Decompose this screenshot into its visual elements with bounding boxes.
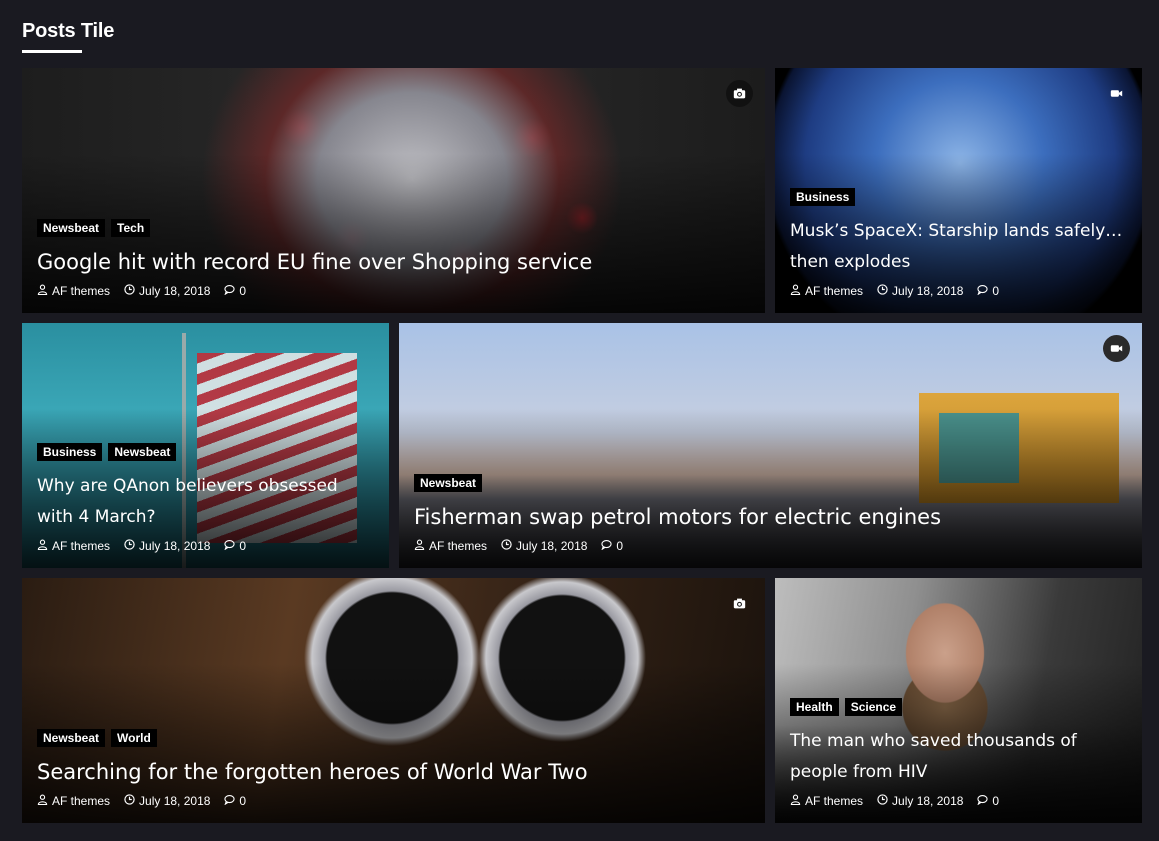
post-title[interactable]: Why are QAnon believers obsessed with 4 … [37,471,374,533]
post-tile[interactable]: Health Science The man who saved thousan… [775,578,1142,823]
category-badge[interactable]: Newsbeat [37,729,106,747]
post-title[interactable]: Google hit with record EU fine over Shop… [37,247,750,278]
video-icon[interactable] [1103,335,1130,362]
post-author[interactable]: AF themes [429,539,487,553]
post-tile[interactable]: Newsbeat Tech Google hit with record EU … [22,68,765,313]
post-comments-count[interactable]: 0 [992,284,999,298]
clock-icon [877,284,888,298]
category-badge[interactable]: Newsbeat [414,474,483,492]
user-icon [37,794,48,808]
post-author[interactable]: AF themes [52,284,110,298]
comment-icon [224,794,236,808]
user-icon [37,539,48,553]
post-author[interactable]: AF themes [52,539,110,553]
post-comments-count[interactable]: 0 [239,539,246,553]
post-tile[interactable]: Newsbeat Fisherman swap petrol motors fo… [399,323,1142,568]
comment-icon [224,284,236,298]
post-comments-count[interactable]: 0 [616,539,623,553]
post-comments-count[interactable]: 0 [992,794,999,808]
comment-icon [977,794,989,808]
post-title[interactable]: Searching for the forgotten heroes of Wo… [37,757,750,788]
section-title: Posts Tile [22,20,115,42]
category-badge[interactable]: Health [790,698,839,716]
post-title[interactable]: Fisherman swap petrol motors for electri… [414,502,1127,533]
section-title-underline [22,50,82,53]
post-author[interactable]: AF themes [52,794,110,808]
clock-icon [877,794,888,808]
user-icon [790,794,801,808]
post-tile[interactable]: Newsbeat World Searching for the forgott… [22,578,765,823]
comment-icon [224,539,236,553]
clock-icon [124,284,135,298]
clock-icon [501,539,512,553]
user-icon [414,539,425,553]
user-icon [37,284,48,298]
post-date[interactable]: July 18, 2018 [139,539,210,553]
post-comments-count[interactable]: 0 [239,794,246,808]
comment-icon [977,284,989,298]
user-icon [790,284,801,298]
category-badge[interactable]: Newsbeat [37,219,106,237]
clock-icon [124,794,135,808]
post-tile[interactable]: Business Newsbeat Why are QAnon believer… [22,323,389,568]
camera-icon[interactable] [726,590,753,617]
post-date[interactable]: July 18, 2018 [892,284,963,298]
post-author[interactable]: AF themes [805,284,863,298]
comment-icon [601,539,613,553]
clock-icon [124,539,135,553]
post-tile[interactable]: Business Musk’s SpaceX: Starship lands s… [775,68,1142,313]
post-comments-count[interactable]: 0 [239,284,246,298]
category-badge[interactable]: Business [790,188,856,206]
post-date[interactable]: July 18, 2018 [139,284,210,298]
video-icon[interactable] [1103,80,1130,107]
post-date[interactable]: July 18, 2018 [516,539,587,553]
category-badge[interactable]: Science [844,698,903,716]
post-title[interactable]: The man who saved thousands of people fr… [790,726,1127,788]
category-badge[interactable]: Tech [111,219,151,237]
post-title[interactable]: Musk’s SpaceX: Starship lands safely… th… [790,216,1127,278]
category-badge[interactable]: Newsbeat [108,443,177,461]
post-author[interactable]: AF themes [805,794,863,808]
post-date[interactable]: July 18, 2018 [139,794,210,808]
category-badge[interactable]: World [111,729,157,747]
camera-icon[interactable] [726,80,753,107]
post-date[interactable]: July 18, 2018 [892,794,963,808]
category-badge[interactable]: Business [37,443,103,461]
